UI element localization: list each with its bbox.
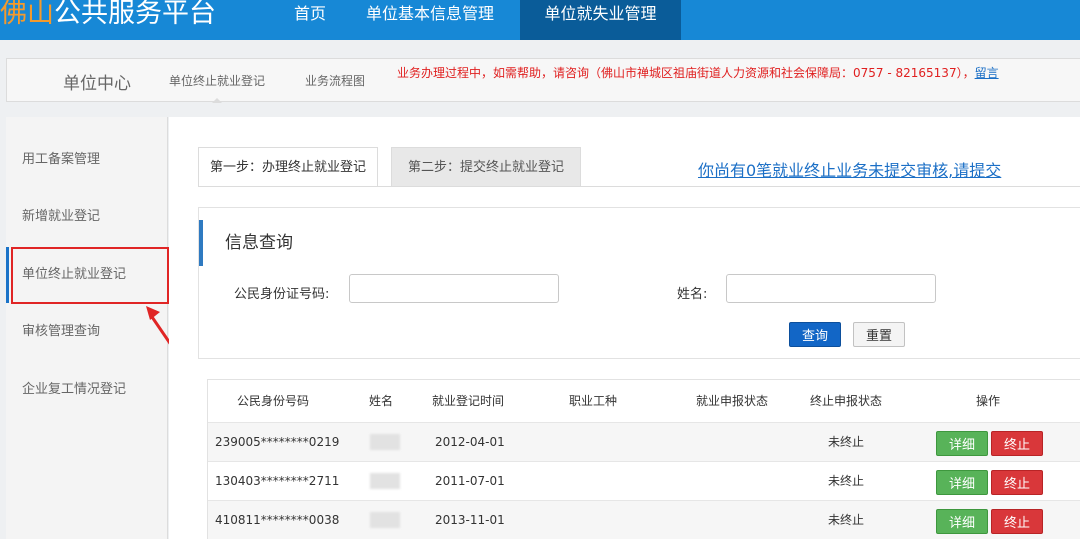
cell-stop-status: 未终止 xyxy=(828,474,865,488)
help-notice: 业务办理过程中，如需帮助，请咨询（佛山市禅城区祖庙街道人力资源和社会保障局：07… xyxy=(397,64,999,81)
cell-stop-status: 未终止 xyxy=(828,435,865,449)
breadcrumb-stop-registration[interactable]: 单位终止就业登记 xyxy=(169,72,265,103)
col-header-date: 就业登记时间 xyxy=(431,394,504,408)
stop-button[interactable]: 终止 xyxy=(991,470,1043,495)
id-number-label: 公民身份证号码: xyxy=(234,287,330,302)
detail-button[interactable]: 详细 xyxy=(936,470,988,495)
table-row: 410811********0038 2013-11-01 未终止 详细 终止 xyxy=(208,500,1080,539)
blurred-name xyxy=(370,434,400,450)
col-header-stop-status: 终止申报状态 xyxy=(809,394,882,408)
help-notice-text: 业务办理过程中，如需帮助，请咨询（佛山市禅城区祖庙街道人力资源和社会保障局：07… xyxy=(397,66,975,80)
search-button[interactable]: 查询 xyxy=(789,322,841,347)
col-header-emp-status: 就业申报状态 xyxy=(695,394,768,408)
cell-date: 2011-07-01 xyxy=(435,474,505,488)
sidebar-item-employment-filing[interactable]: 用工备案管理 xyxy=(6,132,168,188)
cell-stop-status: 未终止 xyxy=(828,513,865,527)
col-header-job: 职业工种 xyxy=(568,394,617,408)
cell-date: 2013-11-01 xyxy=(435,513,505,527)
sub-header: 单位中心 单位终止就业登记 业务流程图 业务办理过程中，如需帮助，请咨询（佛山市… xyxy=(6,58,1080,103)
name-label: 姓名: xyxy=(677,287,708,302)
nav-home[interactable]: 首页 xyxy=(280,0,340,40)
cell-id: 130403********2711 xyxy=(215,474,340,488)
detail-button[interactable]: 详细 xyxy=(936,431,988,456)
breadcrumb-process-chart[interactable]: 业务流程图 xyxy=(305,72,365,89)
stop-button[interactable]: 终止 xyxy=(991,509,1043,534)
table-row: 130403********2711 2011-07-01 未终止 详细 终止 xyxy=(208,461,1080,500)
tab-step1[interactable]: 第一步：办理终止就业登记 xyxy=(198,147,378,187)
sidebar-item-new-employment[interactable]: 新增就业登记 xyxy=(6,189,168,245)
col-header-id: 公民身份号码 xyxy=(236,394,309,408)
nav-unit-info[interactable]: 单位基本信息管理 xyxy=(350,0,510,40)
blurred-name xyxy=(370,512,400,528)
tab-step2[interactable]: 第二步：提交终止就业登记 xyxy=(391,147,581,187)
sidebar-item-stop-employment[interactable]: 单位终止就业登记 xyxy=(6,247,168,303)
query-title: 信息查询 xyxy=(199,220,293,266)
result-table: 公民身份号码 姓名 就业登记时间 职业工种 就业申报状态 终止申报状态 操作 2… xyxy=(207,379,1080,539)
col-header-actions: 操作 xyxy=(975,394,1000,408)
table-row: 239005********0219 2012-04-01 未终止 详细 终止 xyxy=(208,422,1080,461)
sidebar-item-resumption[interactable]: 企业复工情况登记 xyxy=(6,362,168,418)
cell-id: 410811********0038 xyxy=(215,513,340,527)
col-header-name: 姓名 xyxy=(368,394,393,408)
top-nav-bar: 佛山公共服务平台 首页 单位基本信息管理 单位就失业管理 xyxy=(0,0,1080,40)
tab-divider xyxy=(198,186,1080,187)
logo-text: 公共服务平台 xyxy=(54,0,216,29)
query-panel: 信息查询 公民身份证号码: 姓名: 查询 重置 xyxy=(198,207,1080,359)
nav-employment-management[interactable]: 单位就失业管理 xyxy=(520,0,681,40)
name-input[interactable] xyxy=(726,274,936,303)
cell-date: 2012-04-01 xyxy=(435,435,505,449)
detail-button[interactable]: 详细 xyxy=(936,509,988,534)
platform-logo[interactable]: 佛山公共服务平台 xyxy=(0,0,216,40)
leave-message-link[interactable]: 留言 xyxy=(975,66,999,80)
pending-submission-link[interactable]: 你尚有0笔就业终止业务未提交审核,请提交 xyxy=(698,157,1001,181)
blurred-name xyxy=(370,473,400,489)
cell-id: 239005********0219 xyxy=(215,435,340,449)
main-panel: 第一步：办理终止就业登记 第二步：提交终止就业登记 你尚有0笔就业终止业务未提交… xyxy=(169,117,1080,539)
reset-button[interactable]: 重置 xyxy=(853,322,905,347)
stop-button[interactable]: 终止 xyxy=(991,431,1043,456)
unit-center-title: 单位中心 xyxy=(63,74,131,94)
logo-city: 佛山 xyxy=(0,0,54,29)
id-number-input[interactable] xyxy=(349,274,559,303)
